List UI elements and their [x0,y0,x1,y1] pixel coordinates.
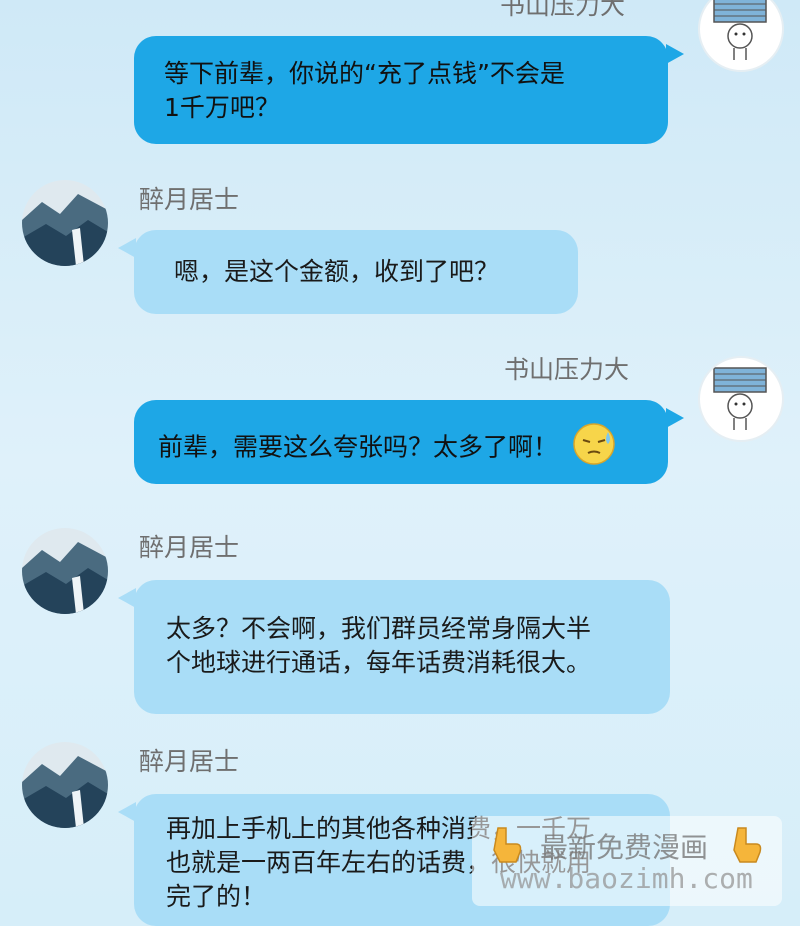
message-bubble: 太多？不会啊，我们群员经常身隔大半 个地球进行通话，每年话费消耗很大。 [134,580,670,714]
landscape-avatar[interactable] [22,528,108,614]
sender-name: 醉月居士 [139,185,240,214]
message-line: 太多？不会啊，我们群员经常身隔大半 [166,614,592,643]
landscape-avatar[interactable] [22,180,108,266]
message-line: 1千万吧？ [164,93,280,122]
bubble-tail [666,408,684,428]
sender-name: 书山压力大 [500,0,626,20]
watermark-url[interactable]: www.baozimh.com [500,862,753,895]
book-stack-avatar[interactable] [698,0,784,72]
message-line: 个地球进行通话，每年话费消耗很大。 [166,648,592,677]
message-bubble: 等下前辈，你说的“充了点钱”不会是 1千万吧？ [134,36,668,144]
sender-name: 醉月居士 [139,747,240,776]
bubble-tail [118,802,136,822]
sweat-face-emoji [572,422,616,475]
landscape-avatar[interactable] [22,742,108,828]
message-line: 前辈，需要这么夸张吗？太多了啊！ [158,432,559,462]
message-line: 等下前辈，你说的“充了点钱”不会是 [164,59,565,88]
message-line: 嗯，是这个金额，收到了吧？ [174,257,500,286]
message-bubble: 嗯，是这个金额，收到了吧？ [134,230,578,314]
message-bubble: 前辈，需要这么夸张吗？太多了啊！ [134,400,668,484]
bubble-tail [666,44,684,64]
watermark-title: 最新免费漫画 [540,831,709,864]
book-stack-avatar[interactable] [698,356,784,442]
bubble-tail [118,238,136,258]
sender-name: 醉月居士 [139,533,240,562]
bubble-tail [118,588,136,608]
sender-name: 书山压力大 [504,355,630,384]
